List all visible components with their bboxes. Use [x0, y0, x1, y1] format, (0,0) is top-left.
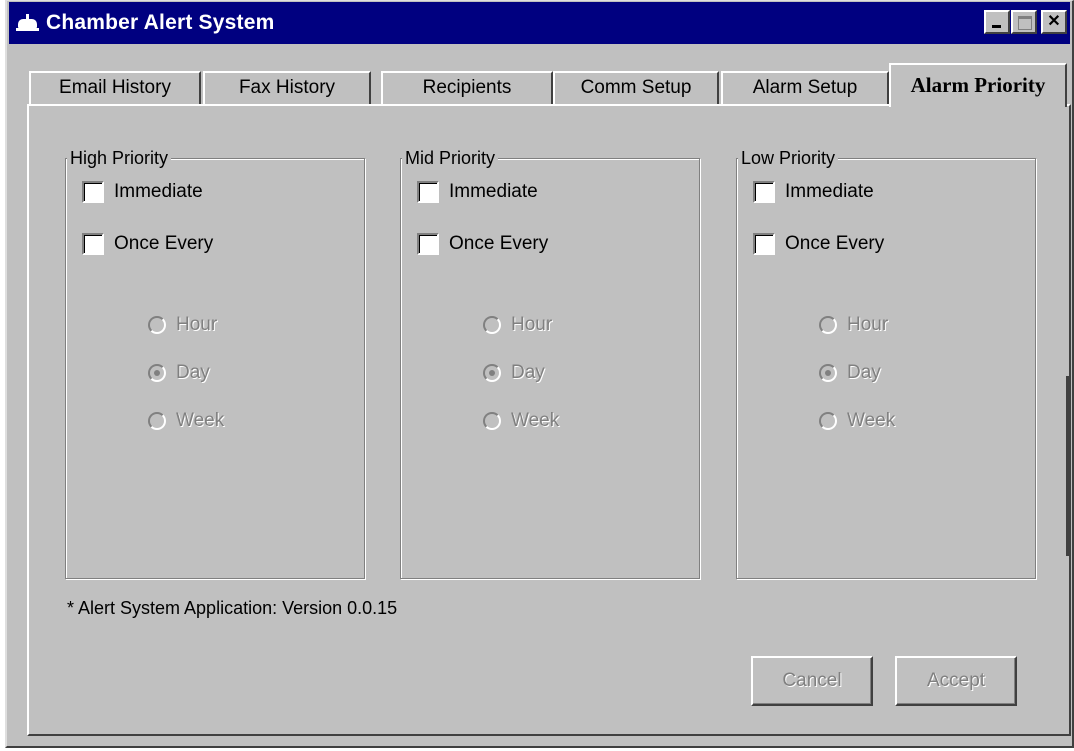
accept-button[interactable]: Accept — [895, 656, 1017, 706]
tab-fax-history[interactable]: Fax History — [203, 71, 371, 105]
alarm-priority-panel: High Priority Immediate Once Every Hour … — [27, 104, 1071, 736]
version-text: * Alert System Application: Version 0.0.… — [67, 598, 398, 618]
main-window: Chamber Alert System ✕ Email History Fax… — [5, 0, 1074, 748]
low-week-radio[interactable]: Week — [819, 410, 895, 432]
radio-button[interactable] — [819, 316, 837, 334]
radio-label: Week — [847, 410, 896, 431]
high-day-radio[interactable]: Day — [148, 362, 210, 384]
radio-label: Day — [847, 362, 881, 383]
title-bar[interactable]: Chamber Alert System ✕ — [9, 2, 1070, 44]
close-icon: ✕ — [1047, 13, 1061, 30]
low-once-every-checkbox[interactable]: Once Every — [753, 233, 884, 255]
tab-strip: Email History Fax History Recipients Com… — [29, 63, 1072, 107]
radio-label: Day — [176, 362, 210, 383]
radio-label: Week — [176, 410, 225, 431]
radio-label: Hour — [176, 314, 218, 335]
radio-label: Hour — [847, 314, 889, 335]
low-priority-group: Low Priority Immediate Once Every Hour D… — [736, 148, 1036, 579]
high-immediate-checkbox[interactable]: Immediate — [82, 181, 203, 203]
checkbox-label: Immediate — [114, 181, 203, 202]
maximize-icon — [1018, 16, 1032, 30]
mid-priority-group: Mid Priority Immediate Once Every Hour D… — [400, 148, 700, 579]
radio-button[interactable] — [819, 412, 837, 430]
low-immediate-checkbox[interactable]: Immediate — [753, 181, 874, 203]
radio-button[interactable] — [483, 412, 501, 430]
low-day-radio[interactable]: Day — [819, 362, 881, 384]
mid-hour-radio[interactable]: Hour — [483, 314, 552, 336]
checkbox-label: Immediate — [449, 181, 538, 202]
checkbox-label: Once Every — [449, 233, 549, 254]
radio-button[interactable] — [148, 412, 166, 430]
group-title: Low Priority — [738, 148, 839, 168]
tab-comm-setup[interactable]: Comm Setup — [553, 71, 719, 105]
group-title: High Priority — [67, 148, 172, 168]
close-button[interactable]: ✕ — [1041, 10, 1067, 34]
checkbox-box[interactable] — [417, 233, 439, 255]
mid-week-radio[interactable]: Week — [483, 410, 559, 432]
tab-recipients[interactable]: Recipients — [381, 71, 553, 105]
tab-alarm-priority[interactable]: Alarm Priority — [889, 63, 1067, 107]
radio-button[interactable] — [483, 316, 501, 334]
minimize-button[interactable] — [984, 10, 1010, 34]
checkbox-box[interactable] — [82, 181, 104, 203]
low-hour-radio[interactable]: Hour — [819, 314, 888, 336]
checkbox-label: Once Every — [785, 233, 885, 254]
high-hour-radio[interactable]: Hour — [148, 314, 217, 336]
high-once-every-checkbox[interactable]: Once Every — [82, 233, 213, 255]
radio-button[interactable] — [148, 316, 166, 334]
window-controls: ✕ — [983, 10, 1067, 34]
checkbox-label: Immediate — [785, 181, 874, 202]
checkbox-label: Once Every — [114, 233, 214, 254]
bell-icon[interactable] — [15, 10, 41, 36]
tab-email-history[interactable]: Email History — [29, 71, 201, 105]
cancel-button[interactable]: Cancel — [751, 656, 873, 706]
mid-immediate-checkbox[interactable]: Immediate — [417, 181, 538, 203]
high-week-radio[interactable]: Week — [148, 410, 224, 432]
radio-button[interactable] — [819, 364, 837, 382]
maximize-button[interactable] — [1011, 10, 1037, 34]
radio-label: Hour — [511, 314, 553, 335]
high-priority-group: High Priority Immediate Once Every Hour … — [65, 148, 365, 579]
radio-label: Week — [511, 410, 560, 431]
minimize-icon — [992, 25, 1001, 28]
window-title: Chamber Alert System — [46, 11, 275, 34]
checkbox-box[interactable] — [753, 181, 775, 203]
group-title: Mid Priority — [402, 148, 499, 168]
checkbox-box[interactable] — [753, 233, 775, 255]
tab-alarm-setup[interactable]: Alarm Setup — [721, 71, 889, 105]
radio-label: Day — [511, 362, 545, 383]
panel-edge — [1066, 376, 1069, 556]
radio-button[interactable] — [148, 364, 166, 382]
mid-day-radio[interactable]: Day — [483, 362, 545, 384]
checkbox-box[interactable] — [82, 233, 104, 255]
checkbox-box[interactable] — [417, 181, 439, 203]
mid-once-every-checkbox[interactable]: Once Every — [417, 233, 548, 255]
radio-button[interactable] — [483, 364, 501, 382]
